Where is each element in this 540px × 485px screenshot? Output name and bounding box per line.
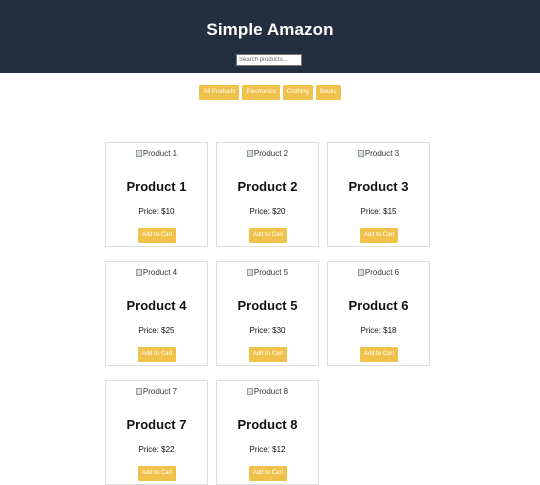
product-image-alt: Product 1 [142,149,178,158]
add-to-cart-button[interactable]: Add to Cart [249,228,287,243]
broken-image-icon [246,150,253,157]
product-price: Price: $18 [360,326,397,335]
product-image: Product 6 [328,268,429,277]
product-card: Product 6 Product 6 Price: $18 Add to Ca… [327,261,430,366]
broken-image-icon [135,388,142,395]
product-price: Price: $15 [360,207,397,216]
broken-image-icon [357,150,364,157]
product-image: Product 7 [106,387,207,396]
broken-image-icon [135,269,142,276]
product-image-alt: Product 8 [253,387,289,396]
filter-books-button[interactable]: Books [315,85,341,100]
broken-image-icon [246,269,253,276]
product-image-alt: Product 4 [142,268,178,277]
category-filters: All Products Electronics Clothing Books [0,85,540,100]
product-image-alt: Product 3 [364,149,400,158]
filter-clothing-button[interactable]: Clothing [282,85,313,100]
product-card: Product 3 Product 3 Price: $15 Add to Ca… [327,142,430,247]
product-image: Product 2 [217,149,318,158]
filter-all-products-button[interactable]: All Products [199,85,240,100]
product-price: Price: $20 [249,207,286,216]
add-to-cart-button[interactable]: Add to Cart [138,228,176,243]
broken-image-icon [357,269,364,276]
add-to-cart-button[interactable]: Add to Cart [360,228,398,243]
add-to-cart-button[interactable]: Add to Cart [360,347,398,362]
product-card: Product 1 Product 1 Price: $10 Add to Ca… [105,142,208,247]
product-card: Product 8 Product 8 Price: $12 Add to Ca… [216,380,319,485]
add-to-cart-button[interactable]: Add to Cart [138,466,176,481]
product-price: Price: $25 [138,326,175,335]
broken-image-icon [246,388,253,395]
product-name: Product 8 [237,417,298,432]
broken-image-icon [135,150,142,157]
product-image-alt: Product 5 [253,268,289,277]
search-input[interactable] [236,54,302,66]
product-image-alt: Product 7 [142,387,178,396]
product-image-alt: Product 6 [364,268,400,277]
product-grid: Product 1 Product 1 Price: $10 Add to Ca… [105,142,430,485]
add-to-cart-button[interactable]: Add to Cart [138,347,176,362]
product-price: Price: $22 [138,445,175,454]
product-price: Price: $12 [249,445,286,454]
site-header: Simple Amazon [0,0,540,73]
add-to-cart-button[interactable]: Add to Cart [249,466,287,481]
add-to-cart-button[interactable]: Add to Cart [249,347,287,362]
product-image: Product 8 [217,387,318,396]
product-card: Product 7 Product 7 Price: $22 Add to Ca… [105,380,208,485]
product-price: Price: $10 [138,207,175,216]
product-name: Product 3 [348,179,409,194]
product-card: Product 2 Product 2 Price: $20 Add to Ca… [216,142,319,247]
product-image-alt: Product 2 [253,149,289,158]
product-name: Product 1 [126,179,187,194]
site-title: Simple Amazon [206,20,334,39]
product-name: Product 7 [126,417,187,432]
product-card: Product 5 Product 5 Price: $30 Add to Ca… [216,261,319,366]
product-price: Price: $30 [249,326,286,335]
product-image: Product 5 [217,268,318,277]
product-image: Product 1 [106,149,207,158]
product-name: Product 5 [237,298,298,313]
product-image: Product 3 [328,149,429,158]
product-image: Product 4 [106,268,207,277]
product-name: Product 4 [126,298,187,313]
filter-electronics-button[interactable]: Electronics [242,85,280,100]
product-name: Product 6 [348,298,409,313]
product-card: Product 4 Product 4 Price: $25 Add to Ca… [105,261,208,366]
product-name: Product 2 [237,179,298,194]
